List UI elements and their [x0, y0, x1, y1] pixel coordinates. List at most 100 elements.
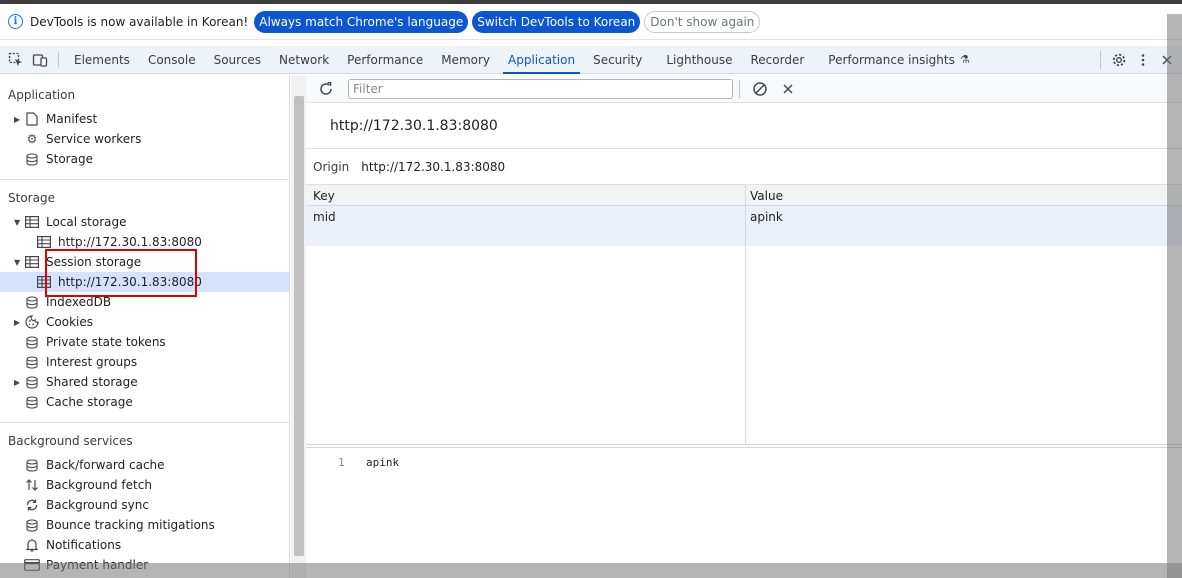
credit-card-icon: [24, 557, 40, 573]
sidebar-item-cookies[interactable]: ▶ Cookies: [14, 312, 93, 332]
tab-performance-insights[interactable]: Performance insights ⚗: [819, 46, 978, 73]
table-icon: [24, 254, 40, 270]
sidebar-item-label: Service workers: [46, 132, 142, 146]
database-icon: [24, 457, 40, 473]
collapse-arrow-icon[interactable]: ▼: [14, 258, 24, 267]
sidebar-item-label: Shared storage: [46, 375, 138, 389]
sidebar-item-label: Background fetch: [46, 478, 152, 492]
sidebar-item-label: http://172.30.1.83:8080: [58, 235, 202, 249]
sidebar-item-background-fetch[interactable]: Background fetch: [14, 475, 152, 495]
database-icon: [24, 374, 40, 390]
expand-arrow-icon[interactable]: ▶: [14, 318, 24, 327]
tab-recorder[interactable]: Recorder: [742, 46, 814, 73]
column-header-key[interactable]: Key: [313, 189, 335, 203]
sidebar-item-label: Private state tokens: [46, 335, 166, 349]
panel-tab-strip: Elements Console Sources Network Perform…: [0, 46, 1182, 74]
info-icon: i: [8, 14, 23, 29]
section-title-application: Application: [8, 88, 76, 102]
sidebar-item-private-state-tokens[interactable]: Private state tokens: [14, 332, 166, 352]
switch-to-korean-button[interactable]: Switch DevTools to Korean: [472, 10, 641, 33]
table-row[interactable]: [306, 206, 1182, 246]
origin-label: Origin: [313, 159, 350, 174]
table-cell-key[interactable]: mid: [313, 210, 336, 224]
sidebar-item-local-storage-origin[interactable]: http://172.30.1.83:8080: [26, 232, 202, 252]
refresh-icon[interactable]: [314, 81, 338, 97]
column-divider[interactable]: [745, 185, 746, 445]
sidebar-item-label: Cache storage: [46, 395, 133, 409]
sidebar-item-bounce-tracking[interactable]: Bounce tracking mitigations: [14, 515, 215, 535]
sidebar-item-interest-groups[interactable]: Interest groups: [14, 352, 137, 372]
sidebar-item-cache-storage[interactable]: Cache storage: [14, 392, 133, 412]
device-toolbar-icon[interactable]: [28, 46, 52, 73]
tab-sources[interactable]: Sources: [205, 46, 270, 73]
storage-toolbar: [306, 75, 1182, 103]
sidebar-item-payment-handler[interactable]: Payment handler: [14, 555, 148, 575]
sidebar-item-session-storage-origin[interactable]: http://172.30.1.83:8080: [0, 272, 289, 292]
preview-line-number: 1: [338, 456, 345, 469]
tab-performance[interactable]: Performance: [338, 46, 432, 73]
database-icon: [24, 517, 40, 533]
sidebar-item-label: Bounce tracking mitigations: [46, 518, 215, 532]
sidebar-item-label: Session storage: [46, 255, 142, 269]
database-icon: [24, 334, 40, 350]
tab-network[interactable]: Network: [270, 46, 338, 73]
sidebar-item-manifest[interactable]: ▶ Manifest: [14, 109, 97, 129]
infobar-message: DevTools is now available in Korean!: [30, 14, 249, 29]
tab-elements[interactable]: Elements: [65, 46, 139, 73]
database-icon: [24, 151, 40, 167]
bell-icon: [24, 537, 40, 553]
settings-gear-icon[interactable]: [1107, 52, 1131, 68]
expand-arrow-icon[interactable]: ▶: [14, 378, 24, 387]
filter-input[interactable]: [348, 78, 733, 99]
inspect-element-icon[interactable]: [4, 46, 28, 73]
gears-icon: ⚙: [26, 132, 38, 146]
section-title-background-services: Background services: [8, 434, 133, 448]
origin-row: Origin http://172.30.1.83:8080: [306, 148, 1182, 185]
sidebar-item-label: Interest groups: [46, 355, 138, 369]
delete-selected-icon[interactable]: [776, 82, 800, 96]
sidebar-scrollbar-thumb[interactable]: [294, 96, 304, 556]
sidebar-item-session-storage[interactable]: ▼ Session storage: [14, 252, 141, 272]
close-devtools-icon[interactable]: [1155, 53, 1179, 67]
table-header: [306, 185, 1182, 206]
sidebar-item-label: http://172.30.1.83:8080: [58, 275, 202, 289]
table-icon: [36, 274, 52, 290]
tab-console[interactable]: Console: [139, 46, 205, 73]
sidebar-item-service-workers[interactable]: ⚙ Service workers: [14, 129, 142, 149]
up-down-arrows-icon: [24, 477, 40, 493]
clear-all-icon[interactable]: [748, 81, 772, 97]
database-icon: [24, 394, 40, 410]
sidebar-item-label: Background sync: [46, 498, 149, 512]
column-header-value[interactable]: Value: [750, 189, 783, 203]
cookie-icon: [24, 314, 40, 330]
sidebar-item-background-sync[interactable]: Background sync: [14, 495, 149, 515]
tab-memory[interactable]: Memory: [432, 46, 499, 73]
more-options-icon[interactable]: [1131, 52, 1155, 68]
sidebar-item-storage-overview[interactable]: Storage: [14, 149, 93, 169]
storage-items-panel: http://172.30.1.83:8080 Origin http://17…: [306, 75, 1182, 578]
tab-security[interactable]: Security: [584, 46, 651, 73]
sidebar-item-notifications[interactable]: Notifications: [14, 535, 121, 555]
table-cell-value[interactable]: apink: [750, 210, 783, 224]
sidebar-item-bfcache[interactable]: Back/forward cache: [14, 455, 165, 475]
sidebar-item-label: Cookies: [46, 315, 93, 329]
collapse-arrow-icon[interactable]: ▼: [14, 218, 24, 227]
preview-value: apink: [366, 456, 400, 469]
table-icon: [36, 234, 52, 250]
language-infobar: i DevTools is now available in Korean! A…: [0, 4, 1182, 40]
database-icon: [24, 294, 40, 310]
tab-application[interactable]: Application: [499, 46, 584, 74]
always-match-language-button[interactable]: Always match Chrome's language: [254, 10, 469, 33]
tab-lighthouse[interactable]: Lighthouse: [657, 46, 741, 73]
sidebar-item-label: Notifications: [46, 538, 122, 552]
experiment-flask-icon: ⚗: [959, 53, 970, 66]
expand-arrow-icon[interactable]: ▶: [14, 115, 24, 124]
tab-performance-insights-label: Performance insights: [828, 52, 955, 67]
sidebar-item-shared-storage[interactable]: ▶ Shared storage: [14, 372, 138, 392]
table-icon: [24, 214, 40, 230]
sidebar-item-indexeddb[interactable]: IndexedDB: [14, 292, 111, 312]
sidebar-item-label: Back/forward cache: [46, 458, 165, 472]
dont-show-again-button[interactable]: Don't show again: [644, 10, 761, 33]
sidebar-item-label: Storage: [46, 152, 93, 166]
sidebar-item-local-storage[interactable]: ▼ Local storage: [14, 212, 127, 232]
